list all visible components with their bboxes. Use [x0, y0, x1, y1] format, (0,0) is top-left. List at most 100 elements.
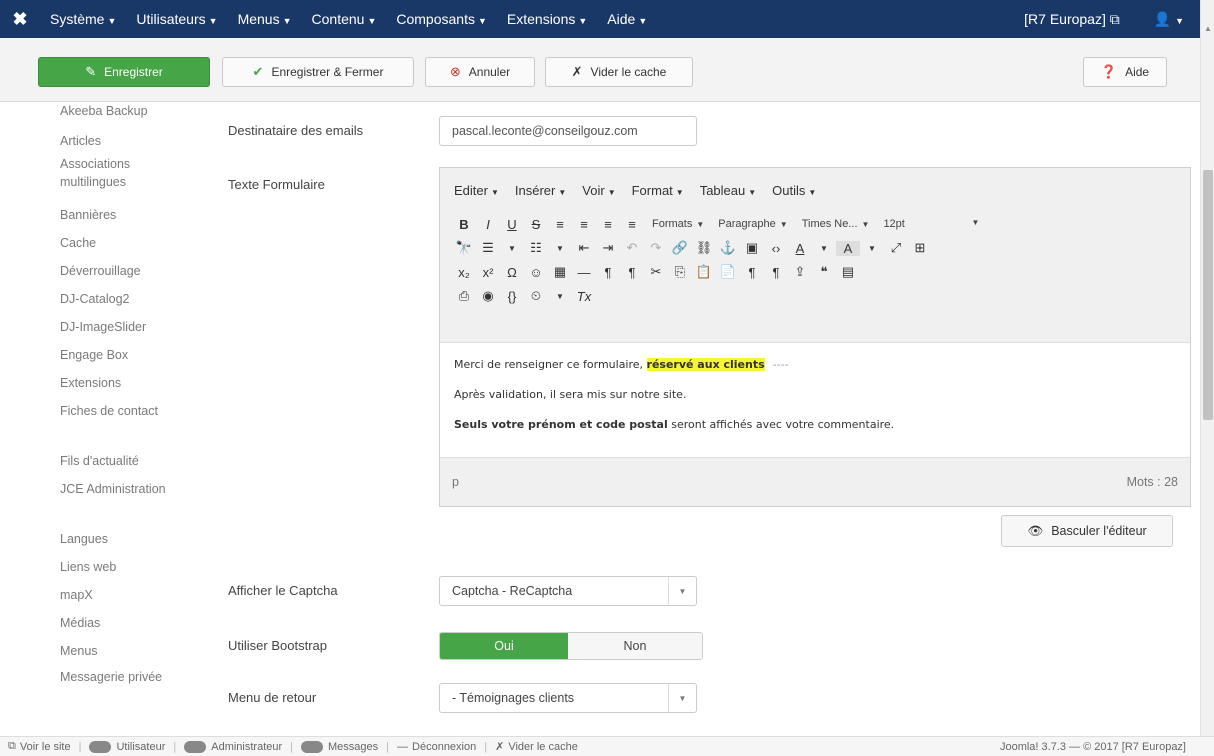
- horizontal-rule-icon[interactable]: —: [572, 265, 596, 280]
- media-icon[interactable]: ▦: [548, 264, 572, 280]
- admins-link[interactable]: Administrateur: [184, 740, 282, 753]
- element-path[interactable]: p: [452, 475, 459, 489]
- return-menu-select[interactable]: - Témoignages clients ▼: [439, 683, 697, 713]
- redo-icon[interactable]: ↷: [644, 240, 668, 256]
- cut-icon[interactable]: ✂: [644, 264, 668, 280]
- special-char-icon[interactable]: Ω: [500, 265, 524, 280]
- undo-icon[interactable]: ↶: [620, 240, 644, 256]
- editor-menu-tableau[interactable]: Tableau ▼: [700, 183, 756, 198]
- page-scrollbar[interactable]: ▲: [1200, 0, 1214, 736]
- strikethrough-icon[interactable]: S: [524, 217, 548, 232]
- print-icon[interactable]: ⎙: [452, 288, 476, 304]
- menu-menus[interactable]: Menus ▼: [228, 11, 302, 27]
- upload-icon[interactable]: ⇪: [788, 264, 812, 280]
- menu-extensions[interactable]: Extensions ▼: [497, 11, 597, 27]
- subscript-icon[interactable]: x₂: [452, 265, 476, 280]
- sidebar-item-menus[interactable]: Menus: [60, 642, 195, 660]
- caret-down-icon[interactable]: ▼: [548, 292, 572, 301]
- text-color-icon[interactable]: A: [788, 241, 812, 256]
- unlink-icon[interactable]: ⛓: [692, 240, 716, 256]
- link-icon[interactable]: 🔗: [668, 240, 692, 256]
- sidebar-item-mapx[interactable]: mapX: [60, 586, 195, 604]
- sidebar-item-fiches-contact[interactable]: Fiches de contact: [60, 402, 195, 420]
- outdent-icon[interactable]: ⇤: [572, 240, 596, 256]
- sidebar-item-deverrouillage[interactable]: Déverrouillage: [60, 262, 195, 280]
- bootstrap-yes-button[interactable]: Oui: [440, 633, 568, 659]
- superscript-icon[interactable]: x²: [476, 265, 500, 280]
- codesample-icon[interactable]: {}: [500, 289, 524, 304]
- font-size-dropdown[interactable]: 12pt ▼: [883, 218, 979, 230]
- sidebar-item-engage-box[interactable]: Engage Box: [60, 346, 195, 364]
- sidebar-item-extensions[interactable]: Extensions: [60, 374, 195, 392]
- formats-dropdown[interactable]: Formats ▼: [652, 218, 704, 230]
- cancel-button[interactable]: ⊗ Annuler: [425, 57, 535, 87]
- captcha-select[interactable]: Captcha - ReCaptcha ▼: [439, 576, 697, 606]
- visual-chars-icon[interactable]: ¶: [740, 265, 764, 280]
- clear-formatting-icon[interactable]: Tx: [572, 289, 596, 304]
- joomla-logo-icon[interactable]: ✖: [0, 9, 40, 30]
- image-icon[interactable]: ▣: [740, 240, 764, 256]
- logout-link[interactable]: — Déconnexion: [397, 741, 476, 753]
- sidebar-item-jce[interactable]: JCE Administration: [60, 480, 195, 498]
- datetime-icon[interactable]: ⏲: [524, 288, 548, 304]
- italic-icon[interactable]: I: [476, 217, 500, 232]
- help-button[interactable]: ❓ Aide: [1083, 57, 1167, 87]
- status-clear-cache-link[interactable]: ✗ Vider le cache: [495, 740, 578, 754]
- font-family-dropdown[interactable]: Times Ne... ▼: [802, 218, 870, 230]
- sidebar-item-messagerie[interactable]: Messagerie privée: [60, 668, 195, 686]
- bold-icon[interactable]: B: [452, 217, 476, 232]
- sidebar-item-liens-web[interactable]: Liens web: [60, 558, 195, 576]
- visual-blocks-icon[interactable]: ¶: [764, 265, 788, 280]
- messages-link[interactable]: Messages: [301, 740, 378, 753]
- sidebar-item-medias[interactable]: Médias: [60, 614, 195, 632]
- editor-content[interactable]: Merci de renseigner ce formulaire, réser…: [440, 342, 1190, 458]
- caret-down-icon[interactable]: ▼: [548, 244, 572, 253]
- save-button[interactable]: ✎ Enregistrer: [38, 57, 210, 87]
- paragraph-dropdown[interactable]: Paragraphe ▼: [718, 218, 787, 230]
- sidebar-item-dj-imageslider[interactable]: DJ-ImageSlider: [60, 318, 195, 336]
- save-close-button[interactable]: ✔ Enregistrer & Fermer: [222, 57, 414, 87]
- editor-menu-voir[interactable]: Voir ▼: [582, 183, 615, 198]
- view-site-link[interactable]: ⧉ Voir le site: [8, 740, 71, 753]
- indent-icon[interactable]: ⇥: [596, 240, 620, 256]
- editor-menu-inserer[interactable]: Insérer ▼: [515, 183, 566, 198]
- template-icon[interactable]: ▤: [836, 264, 860, 280]
- bullet-list-icon[interactable]: ☰: [476, 240, 500, 256]
- preview-icon[interactable]: ◉: [476, 288, 500, 304]
- menu-aide[interactable]: Aide ▼: [597, 11, 657, 27]
- email-field[interactable]: pascal.leconte@conseilgouz.com: [439, 116, 697, 146]
- scroll-up-icon[interactable]: ▲: [1204, 24, 1212, 33]
- caret-down-icon[interactable]: ▼: [860, 244, 884, 253]
- sidebar-item-akeeba[interactable]: Akeeba Backup: [60, 102, 195, 120]
- user-menu[interactable]: 👤 ▼: [1138, 11, 1200, 28]
- background-color-icon[interactable]: A: [836, 240, 860, 256]
- align-center-icon[interactable]: ≡: [572, 217, 596, 232]
- editor-menu-outils[interactable]: Outils ▼: [772, 183, 816, 198]
- blockquote-icon[interactable]: ❝: [812, 264, 836, 280]
- paste-icon[interactable]: 📋: [692, 264, 716, 280]
- editor-menu-editer[interactable]: Editer ▼: [454, 183, 499, 198]
- copy-icon[interactable]: ⎘: [668, 264, 692, 280]
- clear-cache-button[interactable]: ✗ Vider le cache: [545, 57, 693, 87]
- sidebar-item-fils-actualite[interactable]: Fils d'actualité: [60, 452, 195, 470]
- ltr-icon[interactable]: ¶: [596, 265, 620, 280]
- code-icon[interactable]: ‹›: [764, 241, 788, 256]
- editor-menu-format[interactable]: Format ▼: [632, 183, 684, 198]
- align-left-icon[interactable]: ≡: [548, 217, 572, 232]
- fullscreen-icon[interactable]: ⤢: [884, 240, 908, 256]
- site-link[interactable]: [R7 Europaz] ⧉: [1006, 11, 1138, 28]
- menu-systeme[interactable]: Système ▼: [40, 11, 126, 27]
- menu-utilisateurs[interactable]: Utilisateurs ▼: [126, 11, 227, 27]
- caret-down-icon[interactable]: ▼: [500, 244, 524, 253]
- underline-icon[interactable]: U: [500, 217, 524, 232]
- menu-contenu[interactable]: Contenu ▼: [302, 11, 387, 27]
- find-replace-icon[interactable]: 🔭: [452, 240, 476, 256]
- caret-down-icon[interactable]: ▼: [812, 244, 836, 253]
- bootstrap-no-button[interactable]: Non: [568, 633, 702, 659]
- align-right-icon[interactable]: ≡: [596, 217, 620, 232]
- emoticon-icon[interactable]: ☺: [524, 265, 548, 280]
- sidebar-item-cache[interactable]: Cache: [60, 234, 195, 252]
- sidebar-item-articles[interactable]: Articles: [60, 132, 195, 150]
- sidebar-item-associations[interactable]: Associations multilingues: [60, 155, 195, 191]
- numbered-list-icon[interactable]: ☷: [524, 240, 548, 256]
